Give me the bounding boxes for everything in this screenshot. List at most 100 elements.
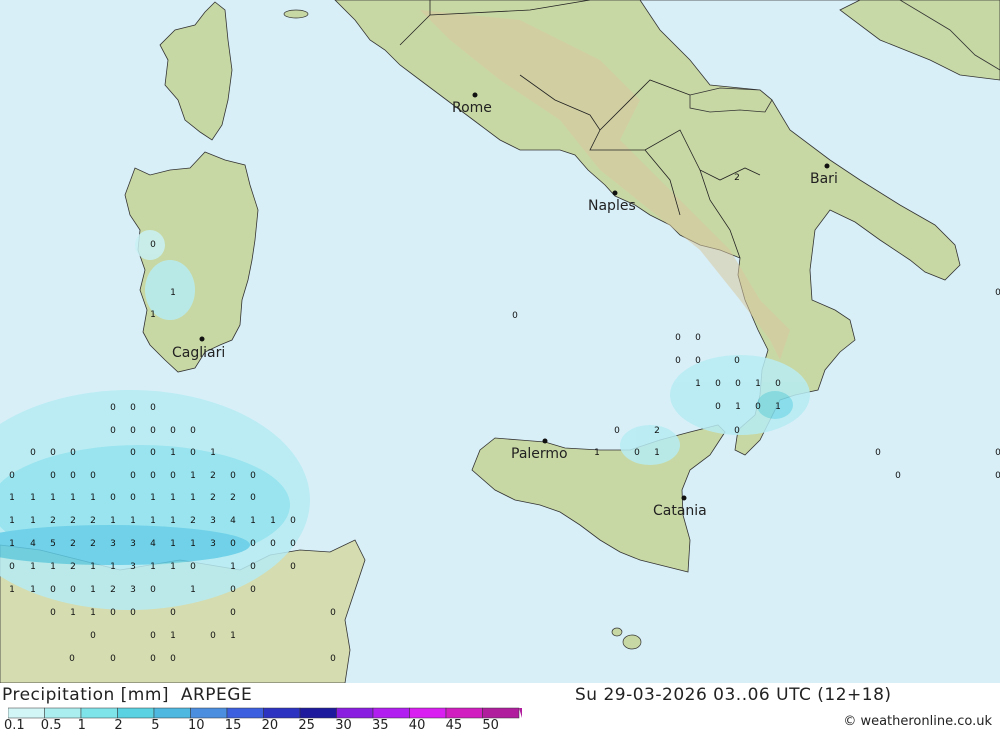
city-label-palermo: Palermo	[511, 446, 568, 462]
precip-value: 1	[654, 448, 660, 458]
precip-value: 0	[250, 585, 256, 595]
precip-value: 1	[735, 402, 741, 412]
legend-label: 5	[151, 718, 160, 733]
precip-value: 0	[734, 356, 740, 366]
precip-value: 0	[210, 631, 216, 641]
precip-value: 1	[190, 493, 196, 503]
precip-value: 1	[9, 516, 15, 526]
precip-value: 1	[150, 310, 156, 320]
precipitation-map: Rome Naples Bari Cagliari Palermo Catani…	[0, 0, 1000, 684]
precip-value: 0	[50, 471, 56, 481]
precip-value: 0	[715, 402, 721, 412]
precip-value: 3	[130, 562, 136, 572]
legend-label: 10	[188, 718, 205, 733]
precip-value: 1	[775, 402, 781, 412]
precip-value: 3	[210, 539, 216, 549]
precip-value: 1	[210, 448, 216, 458]
precip-value: 0	[995, 471, 1000, 481]
map-title: Precipitation [mm] ARPEGE	[2, 685, 252, 705]
legend-label: 0.5	[40, 718, 62, 733]
precip-value: 1	[9, 539, 15, 549]
precip-value: 1	[170, 516, 176, 526]
precip-value: 0	[130, 493, 136, 503]
precip-value: 0	[130, 403, 136, 413]
precip-value: 0	[290, 539, 296, 549]
precip-value: 0	[170, 426, 176, 436]
precip-value: 1	[755, 379, 761, 389]
precip-value: 3	[130, 585, 136, 595]
precip-value: 0	[230, 471, 236, 481]
legend-arrow	[519, 708, 522, 718]
map-canvas: Rome Naples Bari Cagliari Palermo Catani…	[0, 0, 1000, 684]
city-label-rome: Rome	[452, 100, 492, 116]
precip-value: 1	[30, 516, 36, 526]
precip-value: 0	[70, 448, 76, 458]
precip-value: 1	[230, 631, 236, 641]
precip-value: 3	[130, 539, 136, 549]
precip-value: 0	[70, 585, 76, 595]
precip-value: 0	[130, 471, 136, 481]
precip-value: 0	[90, 631, 96, 641]
precip-value: 1	[50, 493, 56, 503]
precip-value: 0	[675, 333, 681, 343]
precip-value: 0	[150, 585, 156, 595]
precip-value: 4	[150, 539, 156, 549]
legend-label: 45	[445, 718, 463, 733]
precip-value: 3	[110, 539, 116, 549]
legend-swatch	[372, 707, 410, 719]
precip-value: 4	[230, 516, 236, 526]
precip-value: 0	[150, 471, 156, 481]
precip-value: 1	[695, 379, 701, 389]
precip-value: 2	[70, 539, 76, 549]
legend-label: 2	[114, 718, 123, 733]
legend-swatch	[117, 707, 155, 719]
legend-swatch	[80, 707, 118, 719]
precip-value: 4	[30, 539, 36, 549]
precip-value: 0	[150, 448, 156, 458]
precip-value: 1	[190, 585, 196, 595]
precip-value: 0	[9, 471, 15, 481]
land-malta	[622, 634, 642, 650]
precip-value: 0	[110, 493, 116, 503]
precip-value: 1	[30, 562, 36, 572]
legend-label: 1	[77, 718, 86, 733]
precip-value: 0	[190, 426, 196, 436]
precip-value: 0	[50, 585, 56, 595]
precip-value: 1	[150, 562, 156, 572]
precip-value: 0	[634, 448, 640, 458]
precip-value: 2	[90, 539, 96, 549]
precip-value: 1	[170, 493, 176, 503]
precip-value: 2	[70, 562, 76, 572]
precip-value: 0	[130, 608, 136, 618]
precip-value: 0	[230, 539, 236, 549]
precip-value: 0	[9, 562, 15, 572]
precip-value: 0	[734, 426, 740, 436]
precip-value: 0	[715, 379, 721, 389]
precip-value: 0	[290, 562, 296, 572]
precip-value: 1	[190, 539, 196, 549]
legend-label: 30	[335, 718, 352, 733]
precip-value: 0	[330, 608, 336, 618]
city-label-cagliari: Cagliari	[172, 345, 225, 361]
precip-value: 0	[250, 562, 256, 572]
precip-value: 0	[755, 402, 761, 412]
precip-value: 1	[90, 562, 96, 572]
model-name: ARPEGE	[180, 685, 253, 705]
legend-swatch	[409, 707, 447, 719]
precip-value: 0	[170, 608, 176, 618]
legend-label: 50	[482, 718, 499, 733]
precip-value: 0	[90, 471, 96, 481]
precip-value: 2	[734, 173, 740, 183]
precip-value: 0	[735, 379, 741, 389]
precip-value: 2	[190, 516, 196, 526]
precip-value: 2	[210, 493, 216, 503]
precip-value: 0	[110, 426, 116, 436]
precip-value: 1	[50, 562, 56, 572]
precip-value: 0	[190, 562, 196, 572]
precip-value: 1	[30, 585, 36, 595]
legend-swatch	[44, 707, 82, 719]
city-label-naples: Naples	[588, 198, 636, 214]
precip-value: 2	[70, 516, 76, 526]
legend-swatch	[226, 707, 264, 719]
legend-label: 25	[298, 718, 315, 733]
